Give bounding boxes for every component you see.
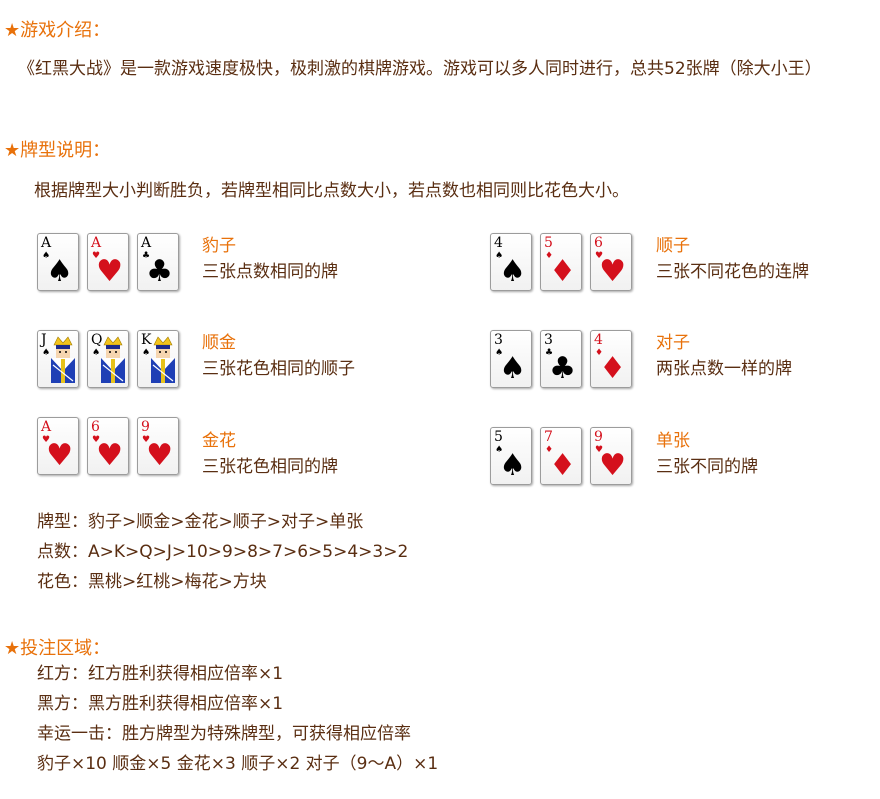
order-rank-text: 点数：A>K>Q>J>10>9>8>7>6>5>4>3>2 xyxy=(37,542,409,562)
playing-card: 3 ♣ ♣ xyxy=(540,330,582,388)
intro-text: 《红黑大战》是一款游戏速度极快，极刺激的棋牌游戏。游戏可以多人同时进行，总共52… xyxy=(18,59,822,79)
card-suit-large-icon: ♠ xyxy=(499,351,526,386)
combo-name-jinhua: 金花 xyxy=(202,431,236,451)
section-title-bet: ★投注区域： xyxy=(4,638,111,659)
playing-card: A ♥ ♥ xyxy=(87,233,129,291)
playing-card: 6 ♥ ♥ xyxy=(87,417,129,475)
types-rule-text: 根据牌型大小判断胜负，若牌型相同比点数大小，若点数也相同则比花色大小。 xyxy=(34,181,629,201)
card-suit-large-icon: ♦ xyxy=(599,351,626,386)
playing-card: A ♠ ♠ xyxy=(37,233,79,291)
combo-desc-jinhua: 三张花色相同的牌 xyxy=(202,457,338,477)
card-suit-large-icon: ♣ xyxy=(549,351,576,386)
combo-cards-jinhua: A ♥ ♥ 6 ♥ ♥ 9 ♥ ♥ xyxy=(37,417,179,475)
card-rank: A xyxy=(141,235,152,251)
playing-card: A ♥ ♥ xyxy=(37,417,79,475)
card-suit-large-icon: ♥ xyxy=(599,254,626,289)
playing-card: 4 ♠ ♠ xyxy=(490,233,532,291)
playing-card: K ♠ xyxy=(137,330,179,388)
card-suit-small-icon: ♠ xyxy=(142,348,151,358)
card-suit-large-icon: ♠ xyxy=(499,448,526,483)
playing-card: Q ♠ xyxy=(87,330,129,388)
order-type-text: 牌型：豹子>顺金>金花>顺子>对子>单张 xyxy=(37,512,364,532)
playing-card: 6 ♥ ♥ xyxy=(590,233,632,291)
card-rank: A xyxy=(41,419,52,435)
bet-black-text: 黑方：黑方胜利获得相应倍率×1 xyxy=(37,694,284,714)
card-suit-large-icon: ♥ xyxy=(146,438,173,473)
bet-lucky-text: 幸运一击：胜方牌型为特殊牌型，可获得相应倍率 xyxy=(37,724,411,744)
playing-card: 9 ♥ ♥ xyxy=(590,427,632,485)
combo-cards-shunjin: J ♠ Q ♠ K ♠ xyxy=(37,330,179,388)
combo-desc-duizi: 两张点数一样的牌 xyxy=(656,359,792,379)
playing-card: 7 ♦ ♦ xyxy=(540,427,582,485)
card-rank: 5 xyxy=(494,429,503,445)
combo-cards-shunzi: 4 ♠ ♠ 5 ♦ ♦ 6 ♥ ♥ xyxy=(490,233,632,291)
combo-name-shunjin: 顺金 xyxy=(202,333,236,353)
card-rank: 4 xyxy=(494,235,503,251)
face-card-portrait-icon xyxy=(101,336,125,383)
card-suit-small-icon: ♠ xyxy=(42,348,51,358)
card-suit-large-icon: ♠ xyxy=(46,254,73,289)
combo-name-shunzi: 顺子 xyxy=(656,236,690,256)
card-suit-large-icon: ♦ xyxy=(549,254,576,289)
card-rank: 7 xyxy=(544,429,553,445)
playing-card: 3 ♠ ♠ xyxy=(490,330,532,388)
bet-odds-text: 豹子×10 顺金×5 金花×3 顺子×2 对子（9～A）×1 xyxy=(37,754,439,774)
playing-card: 9 ♥ ♥ xyxy=(137,417,179,475)
card-rank: 9 xyxy=(594,429,603,445)
card-rank: J xyxy=(41,332,47,348)
playing-card: A ♣ ♣ xyxy=(137,233,179,291)
card-suit-large-icon: ♥ xyxy=(46,438,73,473)
combo-cards-duizi: 3 ♠ ♠ 3 ♣ ♣ 4 ♦ ♦ xyxy=(490,330,632,388)
card-rank: 3 xyxy=(544,332,553,348)
card-rank: 4 xyxy=(594,332,603,348)
bet-red-text: 红方：红方胜利获得相应倍率×1 xyxy=(37,664,284,684)
playing-card: 5 ♠ ♠ xyxy=(490,427,532,485)
card-suit-large-icon: ♥ xyxy=(599,448,626,483)
combo-cards-baozi: A ♠ ♠ A ♥ ♥ A ♣ ♣ xyxy=(37,233,179,291)
combo-name-danzhang: 单张 xyxy=(656,431,690,451)
card-rank: 3 xyxy=(494,332,503,348)
playing-card: 4 ♦ ♦ xyxy=(590,330,632,388)
face-card-portrait-icon xyxy=(151,336,175,383)
combo-desc-baozi: 三张点数相同的牌 xyxy=(202,262,338,282)
card-rank: A xyxy=(91,235,102,251)
combo-desc-danzhang: 三张不同的牌 xyxy=(656,457,758,477)
card-rank: 6 xyxy=(91,419,100,435)
combo-desc-shunjin: 三张花色相同的顺子 xyxy=(202,359,355,379)
card-rank: 5 xyxy=(544,235,553,251)
playing-card: J ♠ xyxy=(37,330,79,388)
card-suit-large-icon: ♦ xyxy=(549,448,576,483)
card-suit-large-icon: ♠ xyxy=(499,254,526,289)
card-rank: A xyxy=(41,235,52,251)
combo-desc-shunzi: 三张不同花色的连牌 xyxy=(656,262,809,282)
card-suit-large-icon: ♥ xyxy=(96,254,123,289)
section-title-types: ★牌型说明： xyxy=(4,140,111,161)
card-suit-large-icon: ♥ xyxy=(96,438,123,473)
combo-name-baozi: 豹子 xyxy=(202,236,236,256)
card-rank: 6 xyxy=(594,235,603,251)
face-card-portrait-icon xyxy=(51,336,75,383)
playing-card: 5 ♦ ♦ xyxy=(540,233,582,291)
combo-cards-danzhang: 5 ♠ ♠ 7 ♦ ♦ 9 ♥ ♥ xyxy=(490,427,632,485)
card-rank: 9 xyxy=(141,419,150,435)
card-suit-large-icon: ♣ xyxy=(146,254,173,289)
section-title-intro: ★游戏介绍： xyxy=(4,20,111,41)
order-suit-text: 花色：黑桃>红桃>梅花>方块 xyxy=(37,572,267,592)
combo-name-duizi: 对子 xyxy=(656,333,690,353)
card-suit-small-icon: ♠ xyxy=(92,348,101,358)
